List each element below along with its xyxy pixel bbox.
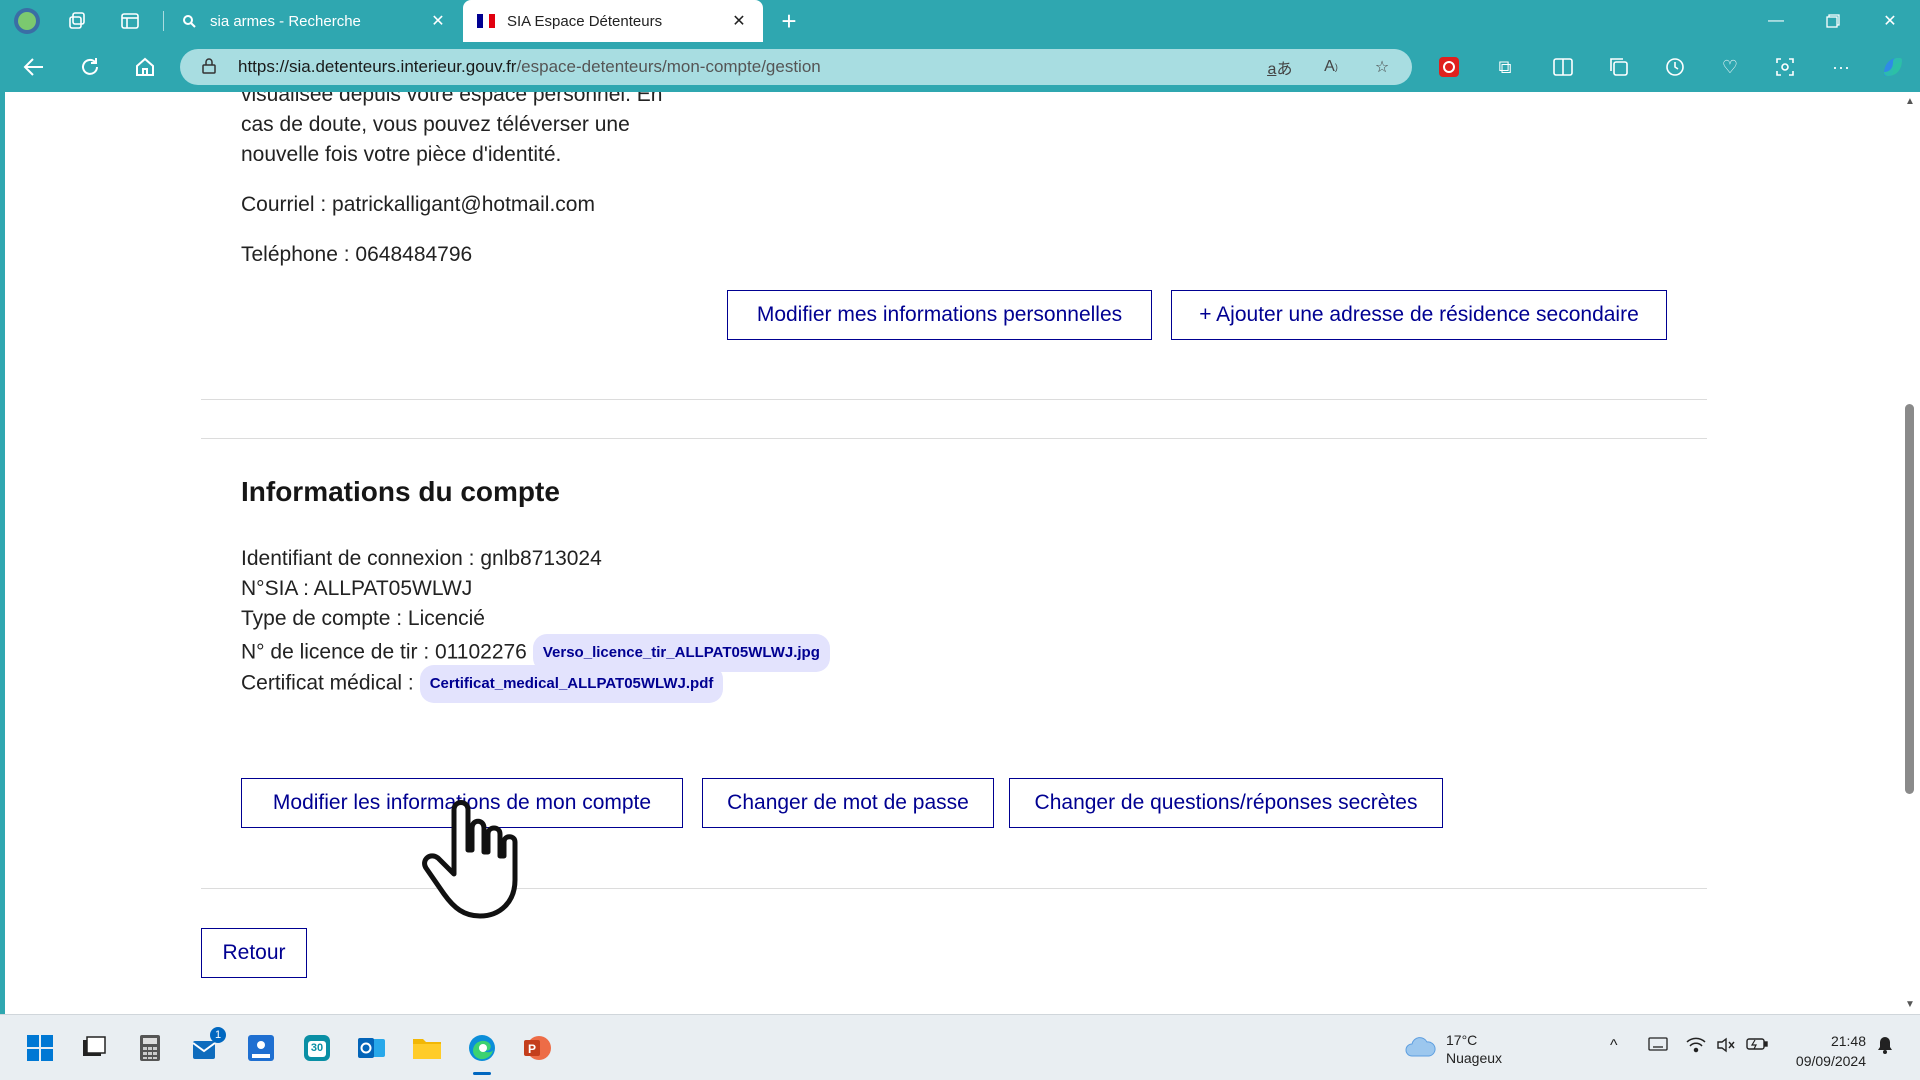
lock-icon[interactable]: [202, 57, 222, 77]
tab-bar: sia armes - Recherche ✕ SIA Espace Déten…: [0, 0, 1920, 42]
volume-muted-icon[interactable]: [1716, 1037, 1736, 1058]
task-view-icon[interactable]: [75, 1029, 113, 1067]
keyboard-icon[interactable]: [1648, 1037, 1668, 1056]
translate-icon[interactable]: a̲あ: [1267, 56, 1293, 78]
profile-avatar-icon[interactable]: [10, 6, 44, 36]
file-explorer-icon[interactable]: [408, 1029, 446, 1067]
tab-title: SIA Espace Détenteurs: [507, 12, 663, 30]
system-clock[interactable]: 21:48 09/09/2024: [1770, 1031, 1866, 1071]
powerpoint-icon[interactable]: P: [518, 1029, 556, 1067]
medical-row: Certificat médical : Certificat_medical_A…: [241, 665, 724, 703]
outlook-icon[interactable]: [353, 1029, 391, 1067]
add-secondary-address-button[interactable]: + Ajouter une adresse de résidence secon…: [1171, 290, 1667, 340]
browser-toolbar: https://sia.detenteurs.interieur.gouv.fr…: [0, 42, 1920, 92]
scrollbar-thumb[interactable]: [1905, 404, 1914, 794]
extension-icon[interactable]: [1434, 52, 1464, 82]
change-secret-questions-button[interactable]: Changer de questions/réponses secrètes: [1009, 778, 1443, 828]
license-number: N° de licence de tir : 01102276: [241, 640, 527, 664]
account-type: Type de compte : Licencié: [241, 607, 485, 630]
scroll-down-icon[interactable]: ▼: [1905, 999, 1915, 1010]
address-bar[interactable]: https://sia.detenteurs.interieur.gouv.fr…: [180, 49, 1412, 85]
temperature: 17°C: [1446, 1032, 1478, 1048]
windows-start-icon[interactable]: [21, 1029, 59, 1067]
scroll-up-icon[interactable]: ▲: [1905, 96, 1915, 107]
url-host: https://sia.detenteurs.interieur.gouv.fr: [238, 57, 517, 76]
notification-bell-icon[interactable]: [1876, 1035, 1894, 1060]
url-path: /espace-detenteurs/mon-compte/gestion: [516, 57, 821, 76]
close-window-icon[interactable]: ✕: [1862, 0, 1918, 42]
favorite-star-icon[interactable]: ☆: [1369, 56, 1395, 78]
close-tab-icon[interactable]: ✕: [729, 11, 749, 31]
windows-taskbar: 1 30 P 17°C Nuageux ^ 21:48 09/09/2024: [0, 1014, 1920, 1080]
url-text[interactable]: https://sia.detenteurs.interieur.gouv.fr…: [238, 57, 821, 77]
tab-search[interactable]: sia armes - Recherche ✕: [166, 0, 462, 42]
medical-label: Certificat médical :: [241, 671, 414, 695]
new-tab-button[interactable]: +: [772, 6, 806, 36]
home-icon[interactable]: [127, 50, 163, 84]
login-id: Identifiant de connexion : gnlb8713024: [241, 547, 602, 570]
collections-icon[interactable]: [1604, 52, 1634, 82]
back-button[interactable]: Retour: [201, 928, 307, 978]
vertical-tabs-icon[interactable]: [113, 6, 147, 36]
workspaces-icon[interactable]: [60, 6, 94, 36]
divider: [201, 399, 1707, 400]
weather-widget[interactable]: 17°C Nuageux: [1404, 1027, 1502, 1071]
medical-file-link[interactable]: Certificat_medical_ALLPAT05WLWJ.pdf: [419, 665, 724, 703]
modify-personal-info-button[interactable]: Modifier mes informations personnelles: [727, 290, 1152, 340]
battery-icon[interactable]: [1746, 1037, 1768, 1056]
split-screen-icon[interactable]: [1548, 52, 1578, 82]
screenshot-icon[interactable]: [1770, 52, 1800, 82]
copilot-icon[interactable]: [1878, 52, 1908, 82]
cloud-icon: [1404, 1034, 1436, 1065]
identity-intro-line-3: nouvelle fois votre pièce d'identité.: [241, 143, 562, 166]
phone-line: Teléphone : 0648484796: [241, 243, 473, 266]
weather-condition: Nuageux: [1446, 1050, 1503, 1066]
wifi-icon[interactable]: [1686, 1037, 1706, 1058]
sia-number: N°SIA : ALLPAT05WLWJ: [241, 577, 473, 600]
refresh-icon[interactable]: [72, 50, 108, 84]
change-password-button[interactable]: Changer de mot de passe: [702, 778, 994, 828]
date: 09/09/2024: [1795, 1053, 1866, 1069]
marianne-icon: [477, 12, 495, 30]
mail-app-icon[interactable]: 1: [186, 1027, 226, 1067]
svg-text:P: P: [528, 1042, 536, 1056]
search-icon: [180, 12, 198, 30]
page-content: visualisée depuis votre espace personnel…: [5, 92, 1899, 1014]
hand-cursor-icon: [422, 800, 518, 919]
back-icon[interactable]: [16, 50, 52, 84]
calendar-day: 30: [310, 1042, 324, 1054]
divider: [201, 438, 1707, 439]
tab-title: sia armes - Recherche: [210, 12, 361, 30]
tab-sia[interactable]: SIA Espace Détenteurs ✕: [463, 0, 763, 42]
history-icon[interactable]: [1660, 52, 1690, 82]
close-tab-icon[interactable]: ✕: [428, 11, 448, 31]
email-line: Courriel : patrickalligant@hotmail.com: [241, 193, 595, 216]
identity-intro-line-2: cas de doute, vous pouvez téléverser une: [241, 113, 630, 136]
account-section-title: Informations du compte: [241, 476, 560, 507]
more-menu-icon[interactable]: ···: [1826, 52, 1856, 82]
tab-separator: [163, 11, 164, 31]
read-aloud-icon[interactable]: A): [1318, 56, 1344, 78]
restore-icon[interactable]: [1805, 0, 1861, 42]
calculator-icon[interactable]: [131, 1029, 169, 1067]
browser-essentials-icon[interactable]: ♡: [1715, 52, 1745, 82]
minimize-icon[interactable]: —: [1748, 0, 1804, 42]
edge-icon[interactable]: [463, 1029, 501, 1075]
identity-intro-line-1: visualisée depuis votre espace personnel…: [241, 92, 663, 106]
extensions-puzzle-icon[interactable]: ⧉: [1490, 52, 1520, 82]
chevron-up-icon[interactable]: ^: [1610, 1037, 1618, 1055]
app-icon[interactable]: [242, 1029, 280, 1067]
vertical-scrollbar[interactable]: ▲ ▼: [1899, 92, 1920, 1014]
time: 21:48: [1830, 1033, 1866, 1049]
calendar-app-icon[interactable]: 30: [298, 1029, 336, 1067]
mail-badge: 1: [210, 1027, 226, 1043]
